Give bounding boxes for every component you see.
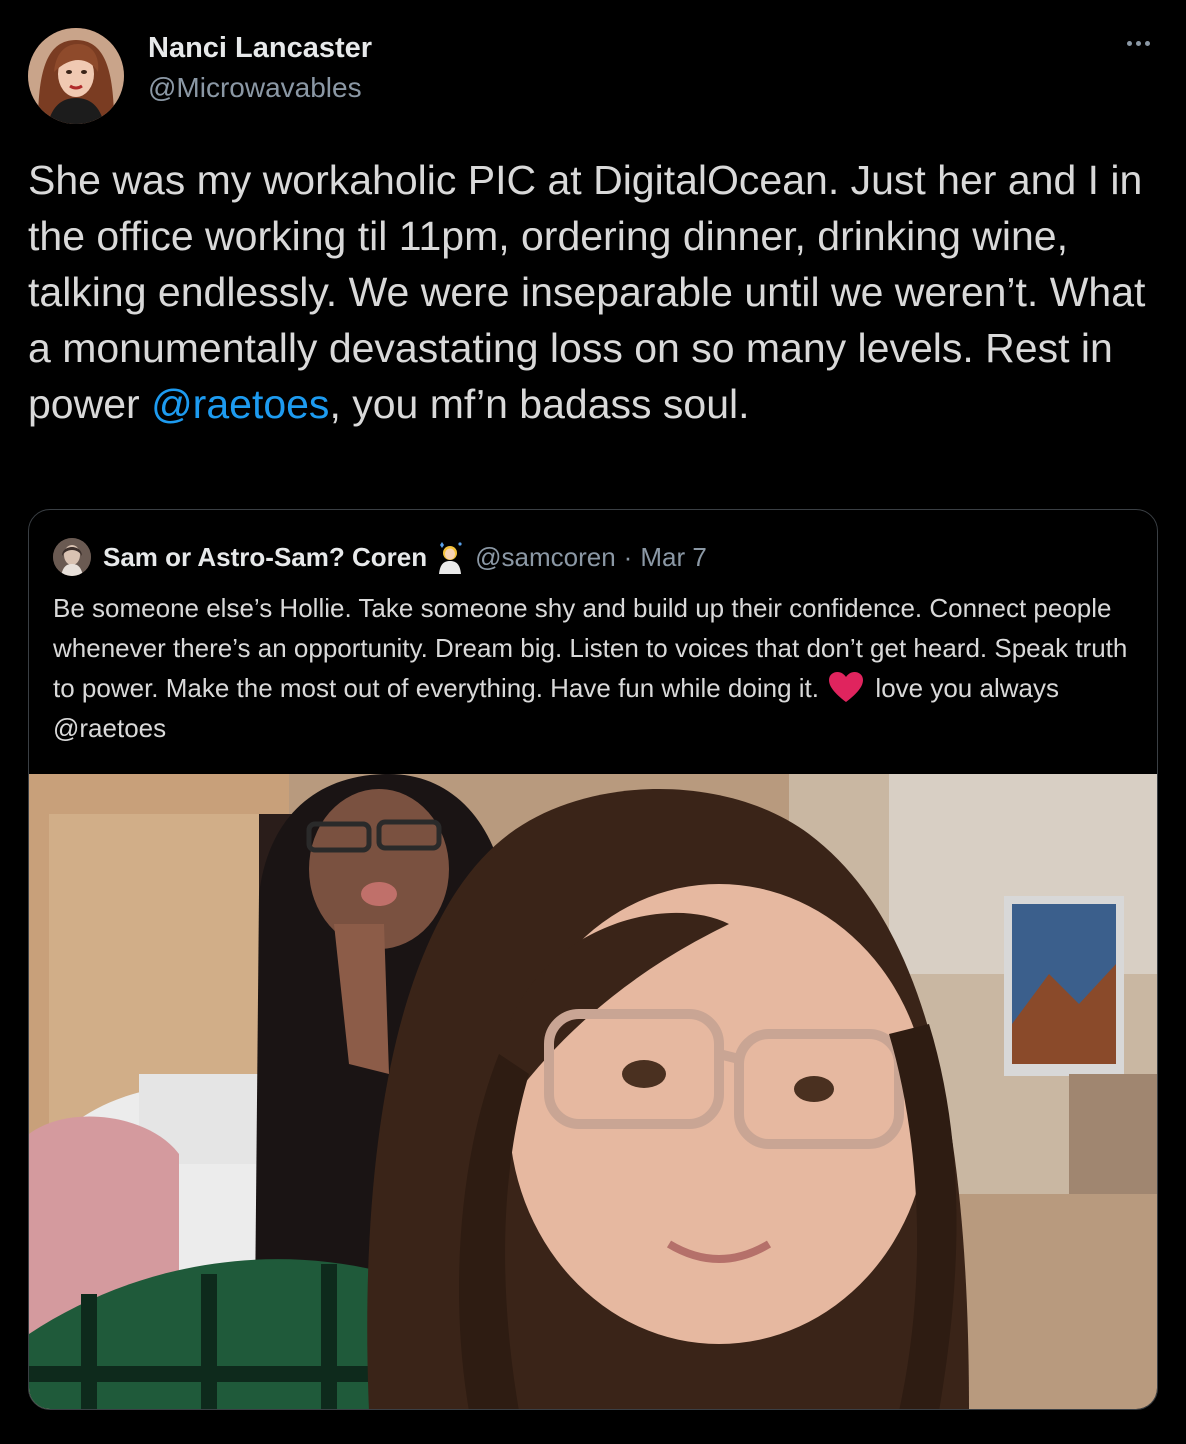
tweet-header: Nanci Lancaster @Microwavables (28, 28, 1158, 124)
quoted-author-name[interactable]: Sam or Astro-Sam? Coren (103, 542, 427, 573)
author-name[interactable]: Nanci Lancaster (148, 32, 372, 65)
author-handle[interactable]: @Microwavables (148, 72, 362, 104)
more-options-icon[interactable] (1118, 28, 1158, 58)
quoted-tweet-text: Be someone else’s Hollie. Take someone s… (53, 588, 1143, 748)
quoted-tweet-date[interactable]: Mar 7 (640, 542, 706, 573)
quoted-tweet[interactable]: Sam or Astro-Sam? Coren @samcoren · Mar … (28, 509, 1158, 1410)
quoted-tweet-photo[interactable] (29, 774, 1157, 1409)
mention-link[interactable]: @raetoes (151, 381, 329, 427)
red-heart-icon (828, 671, 864, 703)
woman-astronaut-emoji-icon (435, 540, 465, 574)
tweet-text: She was my workaholic PIC at DigitalOcea… (28, 152, 1158, 432)
quoted-author-handle[interactable]: @samcoren (475, 542, 616, 573)
tweet-text-end: , you mf’n badass soul. (329, 381, 750, 427)
quoted-tweet-header: Sam or Astro-Sam? Coren @samcoren · Mar … (53, 538, 707, 576)
author-avatar[interactable] (28, 28, 124, 124)
quoted-author-avatar[interactable] (53, 538, 91, 576)
separator-dot: · (623, 541, 633, 572)
tweet: Nanci Lancaster @Microwavables She was m… (0, 0, 1186, 1444)
